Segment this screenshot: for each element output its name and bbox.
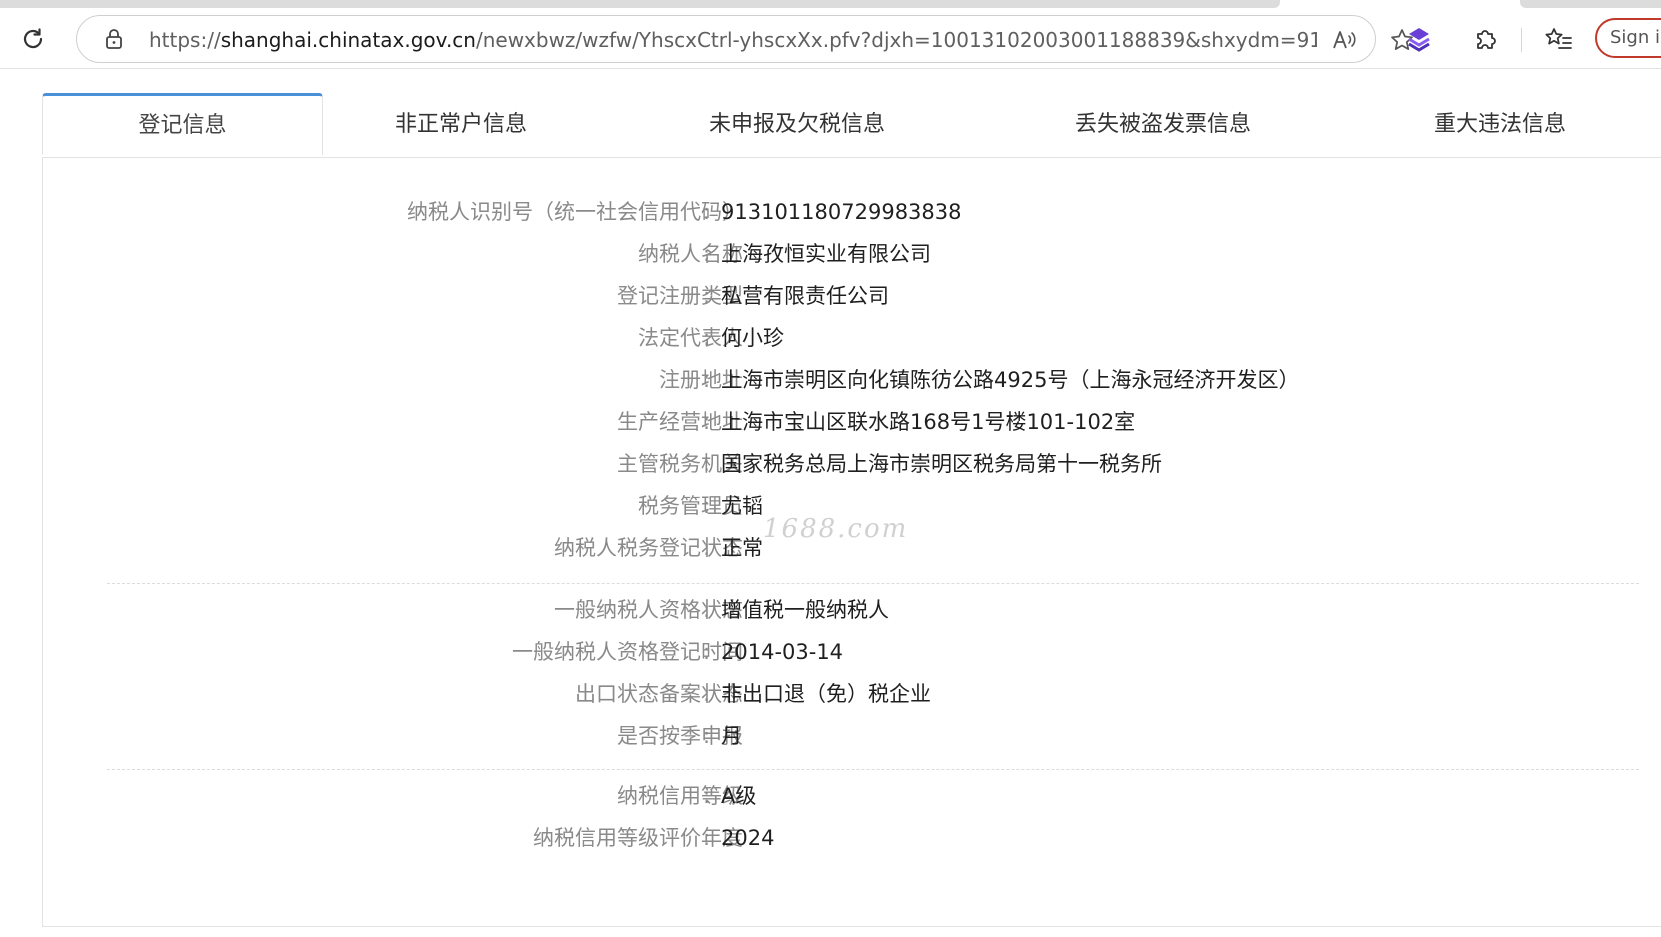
field-colon: : bbox=[703, 598, 711, 622]
field-row-registration-status: 纳税人税务登记状态: 正常 bbox=[43, 527, 1661, 569]
field-row-tax-authority: 主管税务机关: 国家税务总局上海市崇明区税务局第十一税务所 bbox=[43, 443, 1661, 485]
field-colon: : bbox=[703, 724, 711, 748]
field-value: 国家税务总局上海市崇明区税务局第十一税务所 bbox=[721, 452, 1162, 476]
field-value: 913101180729983838 bbox=[721, 200, 962, 224]
field-label: 纳税人税务登记状态 bbox=[554, 536, 743, 560]
field-row-general-taxpayer-status: 一般纳税人资格状态: 增值税一般纳税人 bbox=[43, 589, 1661, 631]
address-bar[interactable]: https://shanghai.chinatax.gov.cn/newxbwz… bbox=[76, 15, 1413, 63]
page-content: 登记信息 非正常户信息 未申报及欠税信息 丢失被盗发票信息 重大违法信息 纳税人… bbox=[0, 69, 1661, 937]
field-value: 2014-03-14 bbox=[721, 640, 844, 664]
field-colon: : bbox=[703, 284, 711, 308]
copilot-icon[interactable] bbox=[1402, 22, 1436, 56]
field-value: 非出口退（免）税企业 bbox=[721, 682, 931, 706]
field-row-credit-rating: 纳税信用等级: A级 bbox=[43, 775, 1661, 817]
field-row-taxpayer-name: 纳税人名称: 上海孜恒实业有限公司 bbox=[43, 233, 1661, 275]
tab-lost-stolen-invoice-info[interactable]: 丢失被盗发票信息 bbox=[1032, 93, 1294, 157]
tabstrip-segment bbox=[0, 0, 1280, 8]
field-row-business-address: 生产经营地址: 上海市宝山区联水路168号1号楼101-102室 bbox=[43, 401, 1661, 443]
tab-unfiled-tax-arrears-info[interactable]: 未申报及欠税信息 bbox=[666, 93, 928, 157]
field-colon: : bbox=[703, 242, 711, 266]
field-row-tax-administrator: 税务管理员: 尤韬 bbox=[43, 485, 1661, 527]
field-colon: : bbox=[703, 452, 711, 476]
field-value: 增值税一般纳税人 bbox=[721, 598, 889, 622]
lock-icon[interactable] bbox=[101, 26, 127, 52]
puzzle-icon[interactable] bbox=[1468, 22, 1502, 56]
field-row-registration-type: 登记注册类型: 私营有限责任公司 bbox=[43, 275, 1661, 317]
reload-icon[interactable] bbox=[14, 20, 52, 58]
field-colon: : bbox=[703, 640, 711, 664]
field-value: 上海市崇明区向化镇陈彷公路4925号（上海永冠经济开发区） bbox=[721, 368, 1300, 392]
field-row-legal-representative: 法定代表人: 何小珍 bbox=[43, 317, 1661, 359]
field-colon: : bbox=[703, 536, 711, 560]
field-colon: : bbox=[703, 494, 711, 518]
field-row-export-filing-status: 出口状态备案状态: 非出口退（免）税企业 bbox=[43, 673, 1661, 715]
field-value: 上海市宝山区联水路168号1号楼101-102室 bbox=[721, 410, 1136, 434]
field-colon: : bbox=[703, 326, 711, 350]
field-row-general-taxpayer-date: 一般纳税人资格登记时间: 2014-03-14 bbox=[43, 631, 1661, 673]
field-value: 月 bbox=[721, 724, 742, 748]
field-value: A级 bbox=[721, 784, 757, 808]
favorites-list-icon[interactable] bbox=[1540, 22, 1576, 56]
tab-registration-info[interactable]: 登记信息 bbox=[42, 93, 323, 155]
field-value: 上海孜恒实业有限公司 bbox=[721, 242, 931, 266]
toolbar-divider bbox=[1521, 28, 1522, 52]
read-aloud-icon[interactable] bbox=[1329, 26, 1359, 54]
field-label: 纳税信用等级评价年度 bbox=[533, 826, 743, 850]
url-prefix: https:// bbox=[149, 28, 221, 52]
field-colon: : bbox=[703, 410, 711, 434]
field-colon: : bbox=[703, 368, 711, 392]
field-label: 纳税人识别号（统一社会信用代码） bbox=[407, 200, 743, 224]
sign-in-button[interactable]: Sign in bbox=[1595, 18, 1661, 58]
url-host: shanghai.chinatax.gov.cn bbox=[220, 28, 476, 52]
field-row-registered-address: 注册地址: 上海市崇明区向化镇陈彷公路4925号（上海永冠经济开发区） bbox=[43, 359, 1661, 401]
field-colon: : bbox=[703, 682, 711, 706]
tabstrip-segment bbox=[1520, 0, 1661, 8]
field-colon: : bbox=[703, 200, 711, 224]
tab-abnormal-household-info[interactable]: 非正常户信息 bbox=[343, 93, 579, 157]
field-row-taxpayer-id: 纳税人识别号（统一社会信用代码）: 913101180729983838 bbox=[43, 191, 1661, 233]
field-row-quarterly-filing: 是否按季申报: 月 bbox=[43, 715, 1661, 757]
field-label: 一般纳税人资格状态 bbox=[554, 598, 743, 622]
tab-major-violation-info[interactable]: 重大违法信息 bbox=[1382, 93, 1618, 157]
field-label: 出口状态备案状态 bbox=[575, 682, 743, 706]
field-value: 何小珍 bbox=[721, 326, 784, 350]
field-row-credit-rating-year: 纳税信用等级评价年度: 2024 bbox=[43, 817, 1661, 859]
field-colon: : bbox=[703, 826, 711, 850]
field-colon: : bbox=[703, 784, 711, 808]
registration-panel: 纳税人识别号（统一社会信用代码）: 913101180729983838 纳税人… bbox=[42, 157, 1661, 927]
section-divider bbox=[107, 769, 1639, 770]
field-value: 尤韬 bbox=[721, 494, 763, 518]
field-value: 私营有限责任公司 bbox=[721, 284, 889, 308]
info-tabs: 登记信息 非正常户信息 未申报及欠税信息 丢失被盗发票信息 重大违法信息 bbox=[42, 93, 1661, 158]
field-value: 2024 bbox=[721, 826, 775, 850]
field-value: 正常 bbox=[721, 536, 763, 560]
browser-toolbar: https://shanghai.chinatax.gov.cn/newxbwz… bbox=[0, 8, 1661, 69]
url-path: /newxbwz/wzfw/YhscxCtrl-yhscxXx.pfv?djxh… bbox=[475, 28, 1317, 52]
section-divider bbox=[107, 583, 1639, 584]
address-url[interactable]: https://shanghai.chinatax.gov.cn/newxbwz… bbox=[149, 28, 1317, 52]
